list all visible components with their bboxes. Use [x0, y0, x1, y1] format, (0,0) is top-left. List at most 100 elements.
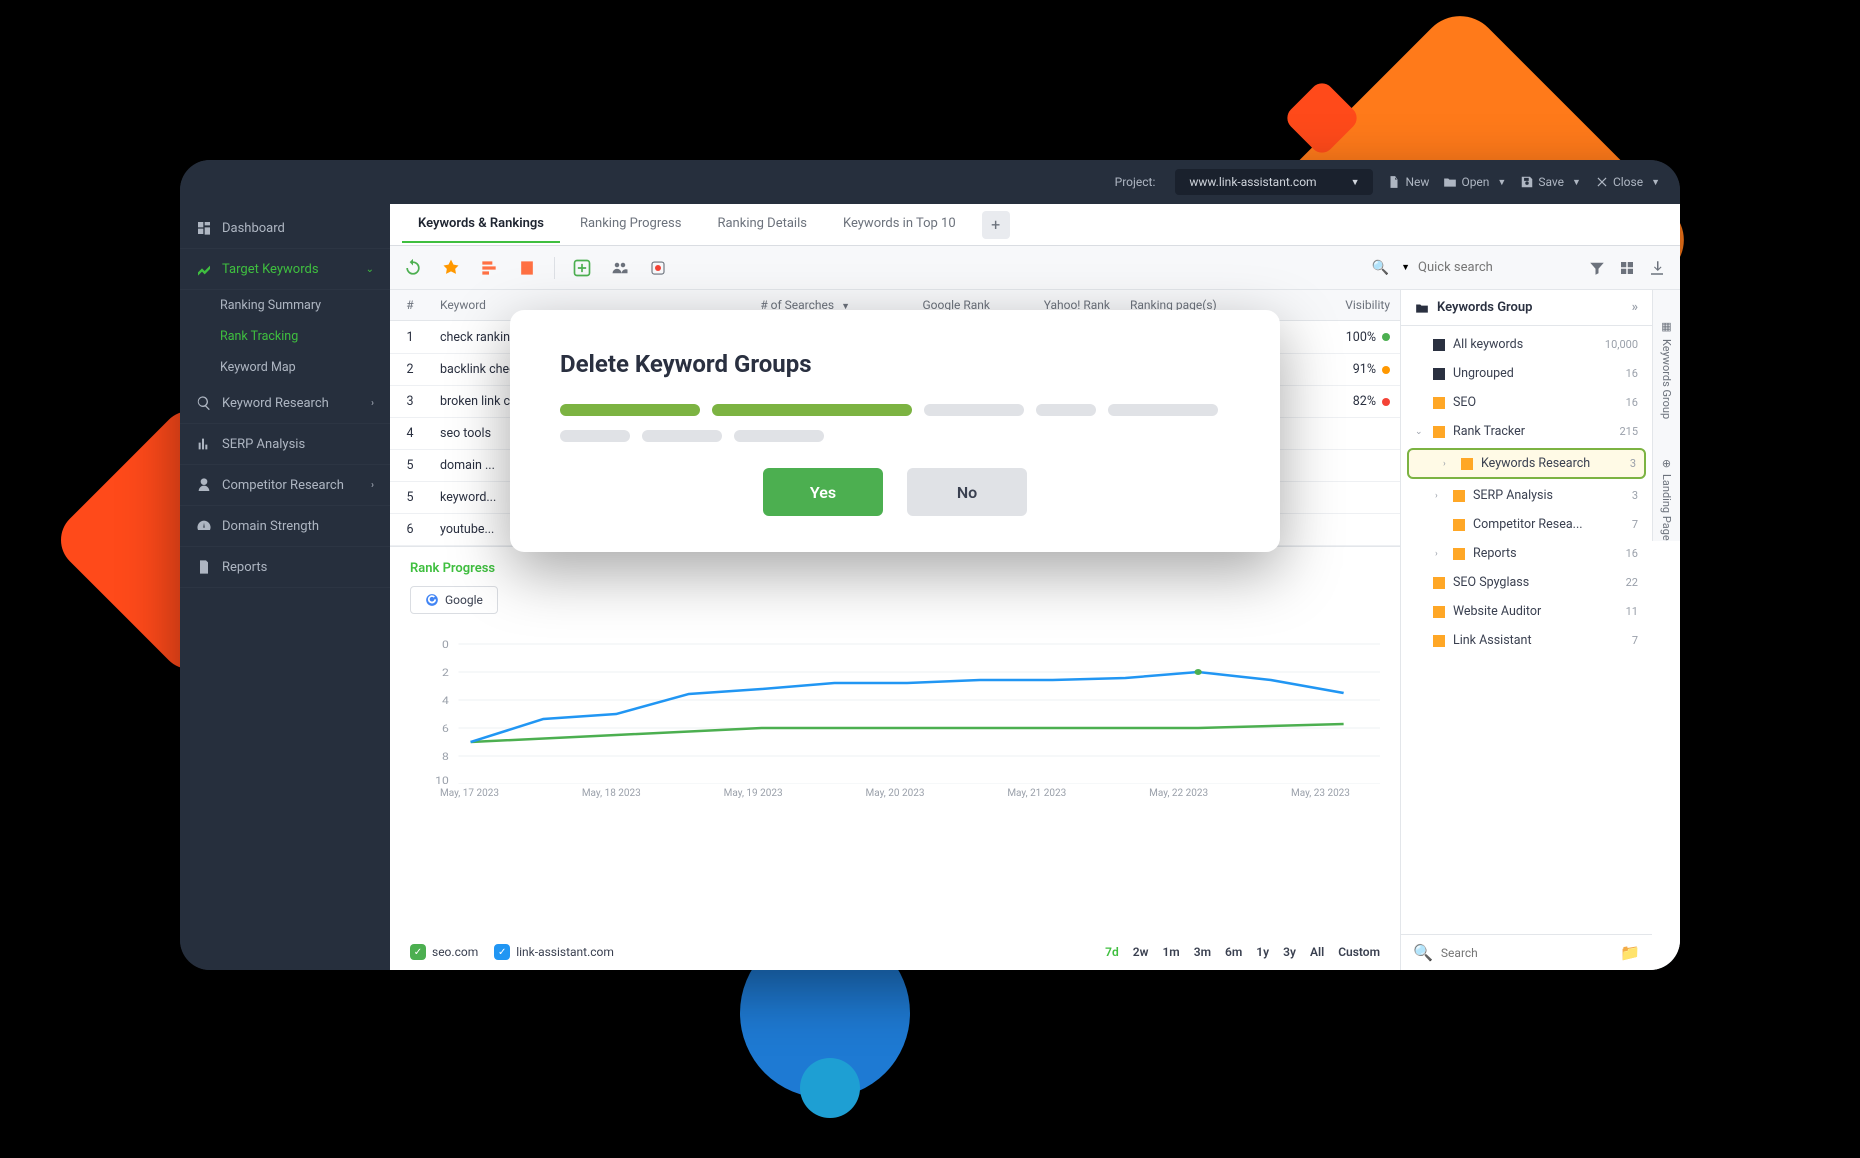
- range-Custom[interactable]: Custom: [1338, 945, 1380, 959]
- col-visibility[interactable]: Visibility: [1290, 290, 1400, 320]
- col-n[interactable]: #: [390, 290, 430, 320]
- sidebar-item-dashboard[interactable]: Dashboard: [180, 208, 390, 249]
- chart-section: Rank Progress Google: [390, 546, 1400, 970]
- target-icon: [196, 261, 212, 277]
- chevron-right-icon: ›: [371, 480, 374, 491]
- close-button[interactable]: Close▼: [1595, 175, 1660, 189]
- person-icon: [196, 477, 212, 493]
- range-All[interactable]: All: [1310, 945, 1324, 959]
- add-tab-button[interactable]: +: [982, 211, 1010, 239]
- modal-no-button[interactable]: No: [907, 468, 1027, 516]
- chart-footer: ✓seo.com ✓link-assistant.com 7d 2w 1m 3m 6m 1…: [410, 944, 1380, 960]
- svg-text:8: 8: [442, 751, 449, 763]
- keyword-group-item[interactable]: Website Auditor11: [1401, 597, 1652, 626]
- sidebar-item-target-keywords[interactable]: Target Keywords⌄: [180, 249, 390, 290]
- keyword-group-item[interactable]: ⌄Rank Tracker215: [1401, 417, 1652, 446]
- search-icon: 🔍: [1372, 260, 1389, 276]
- open-button[interactable]: Open▼: [1443, 175, 1506, 189]
- legend-link-assistant[interactable]: ✓link-assistant.com: [494, 944, 614, 960]
- vtab-landing-page[interactable]: ⊕Landing Page: [1660, 459, 1673, 541]
- range-2w[interactable]: 2w: [1133, 945, 1149, 959]
- keyword-group-item[interactable]: SEO16: [1401, 388, 1652, 417]
- right-panel-header: Keywords Group »: [1401, 290, 1652, 326]
- quick-search-input[interactable]: [1418, 260, 1558, 275]
- sidebar-sub-keyword-map[interactable]: Keyword Map: [180, 352, 390, 383]
- keyword-group-item[interactable]: All keywords10,000: [1401, 330, 1652, 359]
- svg-text:4: 4: [442, 695, 449, 707]
- chevron-down-icon: ▼: [1401, 262, 1410, 273]
- folder-icon: [1415, 301, 1429, 315]
- chevron-down-icon: ▼: [1572, 177, 1581, 188]
- sidebar-item-domain-strength[interactable]: Domain Strength: [180, 506, 390, 547]
- filter-icon[interactable]: [1586, 257, 1608, 279]
- people-icon[interactable]: [609, 257, 631, 279]
- gauge-icon: [196, 518, 212, 534]
- tool-icon-2[interactable]: [440, 257, 462, 279]
- keyword-group-item[interactable]: ›SERP Analysis3: [1401, 481, 1652, 510]
- chevron-down-icon: ▼: [1497, 177, 1506, 188]
- folder-add-icon[interactable]: 📁: [1620, 943, 1640, 962]
- close-icon: [1595, 175, 1609, 189]
- range-6m[interactable]: 6m: [1225, 945, 1242, 959]
- toolbar: 🔍▼: [390, 246, 1680, 290]
- dashboard-icon: [196, 220, 212, 236]
- legend-seo[interactable]: ✓seo.com: [410, 944, 478, 960]
- tabs: Keywords & Rankings Ranking Progress Ran…: [390, 204, 1680, 246]
- search-icon: 🔍: [1413, 943, 1433, 962]
- save-icon: [1520, 175, 1534, 189]
- new-button[interactable]: New: [1387, 175, 1429, 189]
- delete-keyword-groups-modal: Delete Keyword Groups Yes No: [510, 310, 1280, 552]
- chart-icon: [196, 436, 212, 452]
- group-search-input[interactable]: [1441, 946, 1612, 960]
- delete-icon[interactable]: [647, 257, 669, 279]
- save-button[interactable]: Save▼: [1520, 175, 1581, 189]
- svg-text:2: 2: [442, 667, 449, 679]
- keyword-group-item[interactable]: SEO Spyglass22: [1401, 568, 1652, 597]
- keyword-group-item[interactable]: Competitor Resea...7: [1401, 510, 1652, 539]
- chevron-down-icon: ⌄: [366, 264, 374, 275]
- tab-ranking-details[interactable]: Ranking Details: [701, 206, 823, 243]
- sidebar-item-competitor-research[interactable]: Competitor Research›: [180, 465, 390, 506]
- refresh-icon[interactable]: [402, 257, 424, 279]
- calendar-icon[interactable]: [516, 257, 538, 279]
- keyword-group-item[interactable]: ›Keywords Research3: [1407, 448, 1646, 479]
- range-7d[interactable]: 7d: [1105, 945, 1119, 959]
- chart-filter-google[interactable]: Google: [410, 586, 498, 614]
- modal-yes-button[interactable]: Yes: [763, 468, 883, 516]
- sidebar-item-reports[interactable]: Reports: [180, 547, 390, 588]
- chart-xlabels: May, 17 2023 May, 18 2023 May, 19 2023 M…: [410, 788, 1380, 799]
- export-icon[interactable]: [1646, 257, 1668, 279]
- modal-title: Delete Keyword Groups: [560, 350, 1230, 378]
- chevron-down-icon: ▼: [1651, 177, 1660, 188]
- expand-icon[interactable]: »: [1632, 300, 1638, 315]
- right-search: 🔍 📁: [1401, 934, 1652, 970]
- keywords-group-panel: Keywords Group » All keywords10,000Ungro…: [1400, 290, 1680, 970]
- sidebar: Dashboard Target Keywords⌄ Ranking Summa…: [180, 204, 390, 970]
- sidebar-item-keyword-research[interactable]: Keyword Research›: [180, 383, 390, 424]
- grid-icon[interactable]: [1616, 257, 1638, 279]
- tab-keywords-top10[interactable]: Keywords in Top 10: [827, 206, 972, 243]
- right-vertical-tabs: ▦Keywords Group ⊕Landing Page: [1652, 290, 1680, 541]
- tab-ranking-progress[interactable]: Ranking Progress: [564, 206, 698, 243]
- google-icon: [425, 593, 439, 607]
- tool-icon-3[interactable]: [478, 257, 500, 279]
- add-icon[interactable]: [571, 257, 593, 279]
- sidebar-item-serp-analysis[interactable]: SERP Analysis: [180, 424, 390, 465]
- range-1m[interactable]: 1m: [1162, 945, 1179, 959]
- project-select[interactable]: www.link-assistant.com ▼: [1175, 169, 1373, 195]
- project-value: www.link-assistant.com: [1189, 175, 1316, 189]
- sidebar-sub-rank-tracking[interactable]: Rank Tracking: [180, 321, 390, 352]
- keywords-group-list: All keywords10,000Ungrouped16SEO16⌄Rank …: [1401, 326, 1652, 934]
- keyword-group-item[interactable]: ›Reports16: [1401, 539, 1652, 568]
- range-1y[interactable]: 1y: [1256, 945, 1269, 959]
- project-label: Project:: [1115, 175, 1156, 189]
- vtab-keywords-group[interactable]: ▦Keywords Group: [1660, 320, 1673, 419]
- svg-text:10: 10: [435, 775, 449, 784]
- range-3m[interactable]: 3m: [1194, 945, 1211, 959]
- sidebar-sub-ranking-summary[interactable]: Ranking Summary: [180, 290, 390, 321]
- chart-area: 0246810 May, 17 2023 May, 18 2023 May, 1…: [410, 624, 1380, 932]
- keyword-group-item[interactable]: Ungrouped16: [1401, 359, 1652, 388]
- range-3y[interactable]: 3y: [1283, 945, 1296, 959]
- keyword-group-item[interactable]: Link Assistant7: [1401, 626, 1652, 655]
- tab-keywords-rankings[interactable]: Keywords & Rankings: [402, 206, 560, 243]
